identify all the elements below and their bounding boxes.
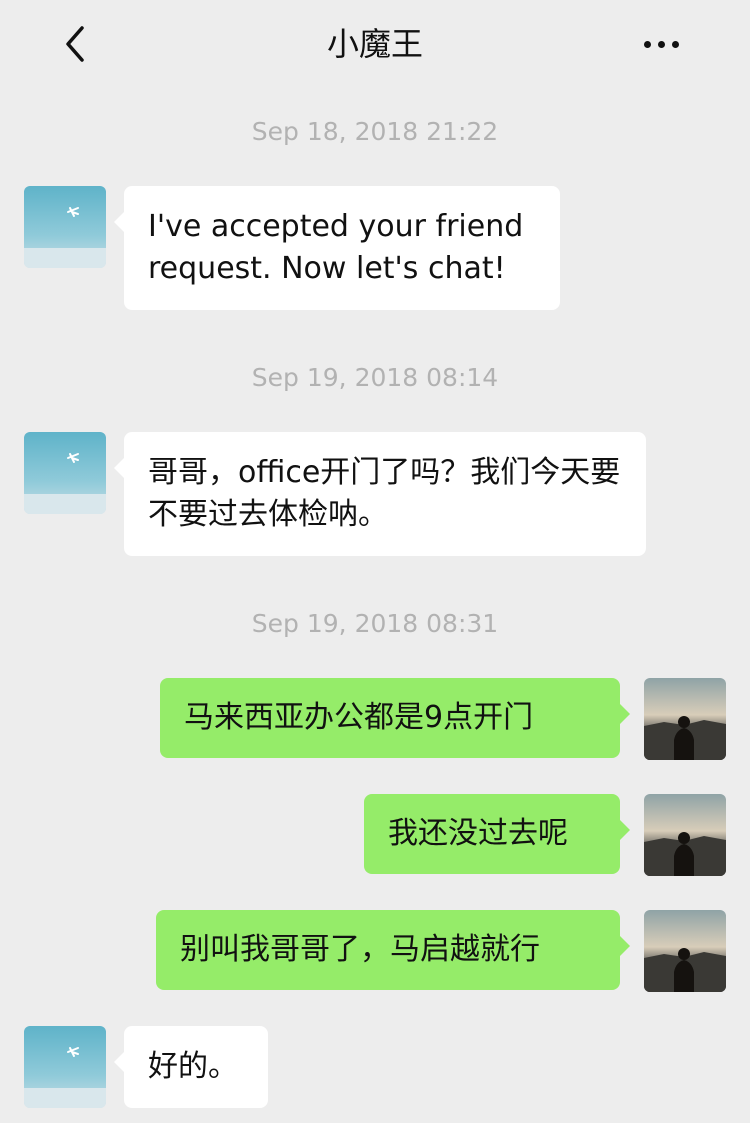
contact-avatar[interactable]	[24, 186, 106, 268]
message-bubble-incoming[interactable]: I've accepted your friend request. Now l…	[114, 186, 560, 310]
self-avatar[interactable]	[644, 794, 726, 876]
more-dots-icon	[658, 41, 665, 48]
message-bubble-incoming[interactable]: 好的。	[114, 1026, 268, 1108]
top-bar: 小魔王	[0, 0, 750, 90]
timestamp: Sep 18, 2018 21:22	[251, 117, 499, 146]
message-bubble-outgoing[interactable]: 我还没过去呢	[364, 794, 630, 874]
message-bubble-outgoing[interactable]: 别叫我哥哥了，马启越就行	[156, 910, 630, 990]
contact-avatar[interactable]	[24, 1026, 106, 1108]
contact-avatar[interactable]	[24, 432, 106, 514]
more-dots-icon	[644, 41, 651, 48]
self-avatar[interactable]	[644, 910, 726, 992]
timestamp: Sep 19, 2018 08:31	[251, 609, 499, 638]
more-options-button[interactable]	[636, 22, 688, 66]
more-dots-icon	[672, 41, 679, 48]
self-avatar[interactable]	[644, 678, 726, 760]
message-bubble-outgoing[interactable]: 马来西亚办公都是9点开门	[160, 678, 630, 758]
timestamp: Sep 19, 2018 08:14	[251, 363, 499, 392]
message-bubble-incoming[interactable]: 哥哥，office开门了吗？我们今天要不要过去体检呐。	[114, 432, 646, 556]
